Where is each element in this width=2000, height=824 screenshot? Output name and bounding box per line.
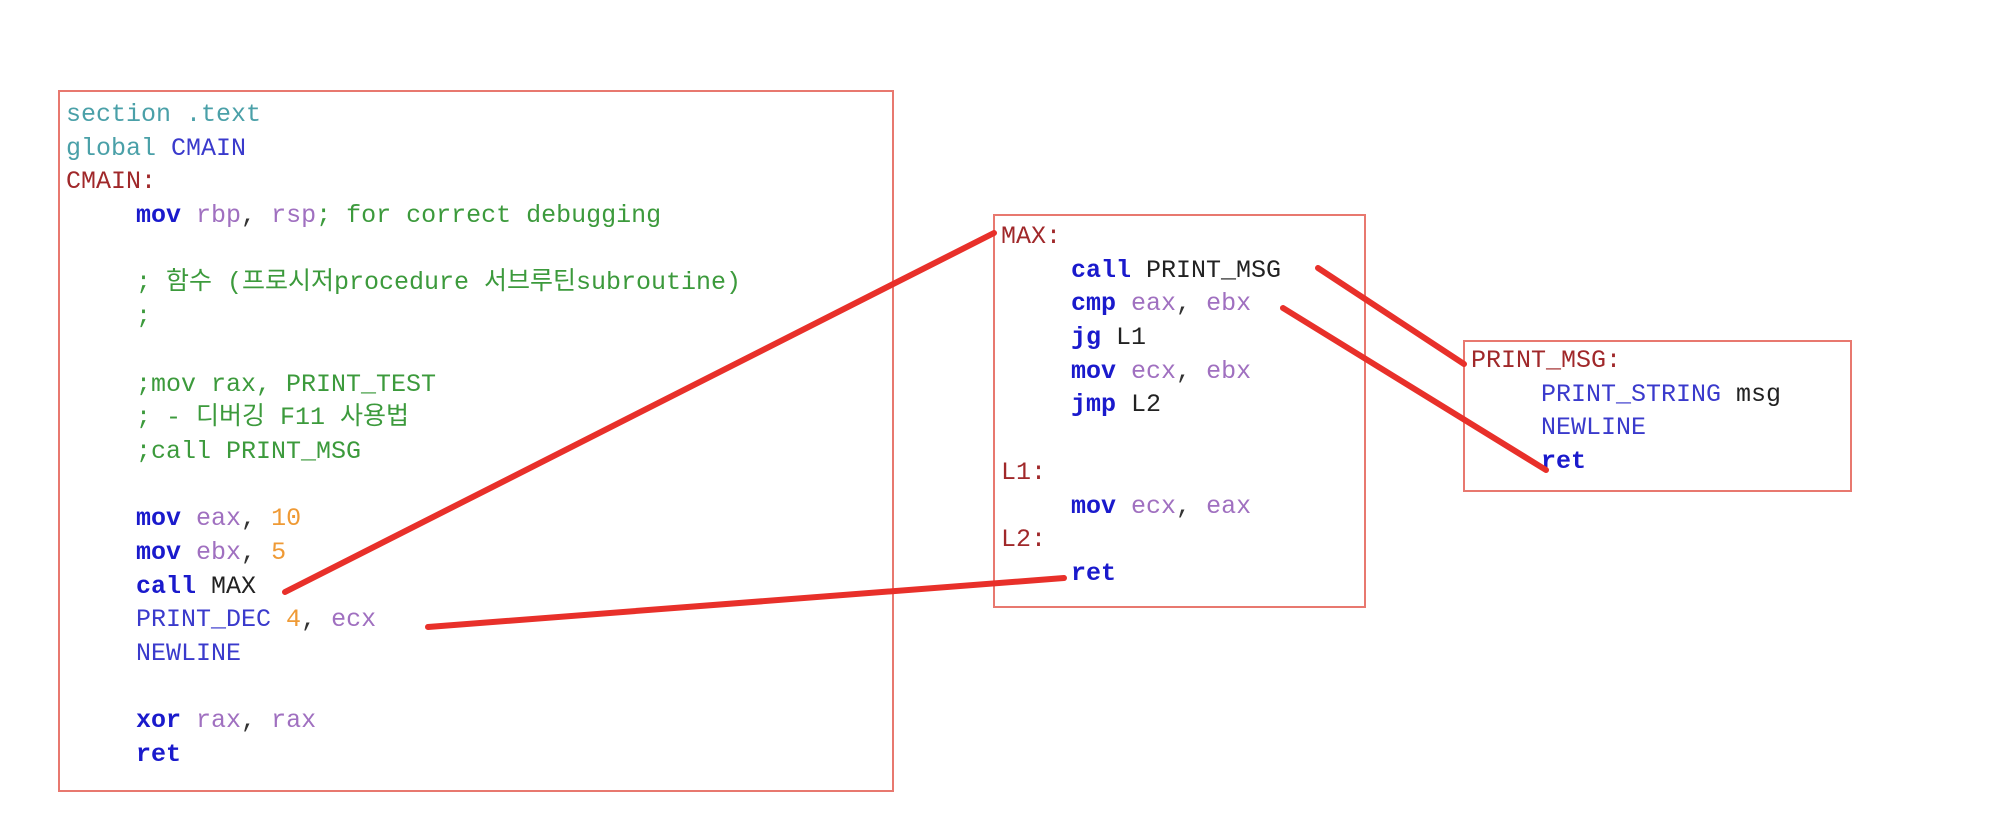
comment-line: ;call PRINT_MSG [136, 436, 362, 466]
identifier-token: L1 [1116, 323, 1147, 353]
keyword-token: cmp [1071, 289, 1117, 319]
code-line: mov ecx, ebx [1001, 355, 1281, 389]
macro-line: NEWLINE [136, 639, 242, 668]
main-code-box: section .text global CMAIN CMAIN: mov rb… [58, 90, 894, 792]
punctuation-token: , [241, 504, 257, 534]
max-code-lines: MAX: call PRINT_MSG cmp eax, ebx jg L1 m… [1001, 220, 1281, 591]
keyword-token: mov [1071, 491, 1117, 521]
call-max-line: call MAX [66, 570, 741, 604]
main-code-lines: section .text global CMAIN CMAIN: mov rb… [66, 98, 741, 772]
macro-token: PRINT_DEC [136, 605, 272, 635]
punctuation-token: , [301, 605, 317, 635]
print-msg-procedure-box: PRINT_MSG: PRINT_STRING msg NEWLINE ret [1463, 340, 1852, 492]
label-l2: L2: [1001, 525, 1047, 555]
label-print-msg: PRINT_MSG: [1471, 346, 1622, 375]
register-token: ebx [1206, 356, 1252, 386]
ret-line: ret [1541, 447, 1587, 477]
code-line: global CMAIN [66, 132, 741, 166]
register-token: eax [196, 504, 242, 534]
identifier-token: L2 [1131, 390, 1162, 420]
code-line: jg L1 [1001, 321, 1281, 355]
keyword-token: xor [136, 706, 182, 736]
number-token: 5 [271, 537, 287, 567]
code-line: section .text [66, 98, 741, 132]
keyword-token: call [136, 571, 197, 601]
code-line: jmp L2 [1001, 388, 1281, 422]
macro-line: NEWLINE [1541, 413, 1647, 443]
keyword-token: call [1071, 255, 1132, 285]
keyword-token: jg [1071, 323, 1102, 353]
max-procedure-box: MAX: call PRINT_MSG cmp eax, ebx jg L1 m… [993, 214, 1366, 608]
comment-line: ; [136, 302, 152, 332]
punctuation-token: , [1176, 356, 1192, 386]
register-token: ebx [196, 537, 242, 567]
register-token: eax [1206, 491, 1252, 521]
register-token: ebx [1206, 289, 1252, 319]
keyword-token: mov [136, 201, 182, 231]
ret-line: ret [1071, 558, 1117, 588]
directive-token: .text [186, 100, 262, 129]
register-token: rbp [196, 201, 242, 231]
register-token: rax [271, 706, 317, 736]
print-dec-line: PRINT_DEC 4, ecx [66, 603, 741, 637]
number-token: 4 [286, 605, 302, 635]
register-token: ecx [1131, 491, 1177, 521]
punctuation-token: , [241, 537, 257, 567]
comment-token: ; for correct debugging [316, 201, 662, 231]
ret-line: ret [136, 740, 182, 770]
code-line: mov ebx, 5 [66, 536, 741, 570]
label-l1: L1: [1001, 457, 1047, 487]
punctuation-token: , [241, 706, 257, 736]
punctuation-token: , [1176, 289, 1192, 319]
keyword-token: mov [1071, 356, 1117, 386]
identifier-token: CMAIN [171, 133, 247, 163]
directive-token: section [66, 100, 172, 129]
register-token: eax [1131, 289, 1177, 319]
keyword-token: mov [136, 504, 182, 534]
register-token: rsp [271, 201, 317, 231]
code-line: mov eax, 10 [66, 502, 741, 536]
cmp-line: cmp eax, ebx [1001, 287, 1281, 321]
code-line: PRINT_STRING msg [1471, 378, 1781, 412]
identifier-token: MAX [211, 571, 257, 601]
number-token: 10 [271, 504, 302, 534]
code-line: mov rbp, rsp; for correct debugging [66, 199, 741, 233]
register-token: ecx [1131, 356, 1177, 386]
label-cmain: CMAIN: [66, 167, 157, 197]
comment-line: ; - 디버깅 F11 사용법 [136, 403, 410, 433]
comment-line: ;mov rax, PRINT_TEST [136, 369, 437, 399]
punctuation-token: , [241, 201, 257, 231]
comment-line: ; 함수 (프로시저procedure 서브루틴subroutine) [136, 268, 742, 298]
identifier-token: msg [1736, 379, 1782, 409]
call-print-msg-line: call PRINT_MSG [1001, 254, 1281, 288]
print-msg-code-lines: PRINT_MSG: PRINT_STRING msg NEWLINE ret [1471, 344, 1781, 479]
punctuation-token: , [1176, 491, 1192, 521]
keyword-token: jmp [1071, 390, 1117, 420]
code-line: xor rax, rax [66, 704, 741, 738]
directive-token: global [66, 133, 157, 163]
register-token: ecx [331, 605, 377, 635]
keyword-token: mov [136, 537, 182, 567]
label-max: MAX: [1001, 222, 1062, 251]
macro-token: PRINT_STRING [1541, 379, 1722, 409]
code-line: mov ecx, eax [1001, 490, 1281, 524]
identifier-token: PRINT_MSG [1146, 255, 1282, 285]
register-token: rax [196, 706, 242, 736]
